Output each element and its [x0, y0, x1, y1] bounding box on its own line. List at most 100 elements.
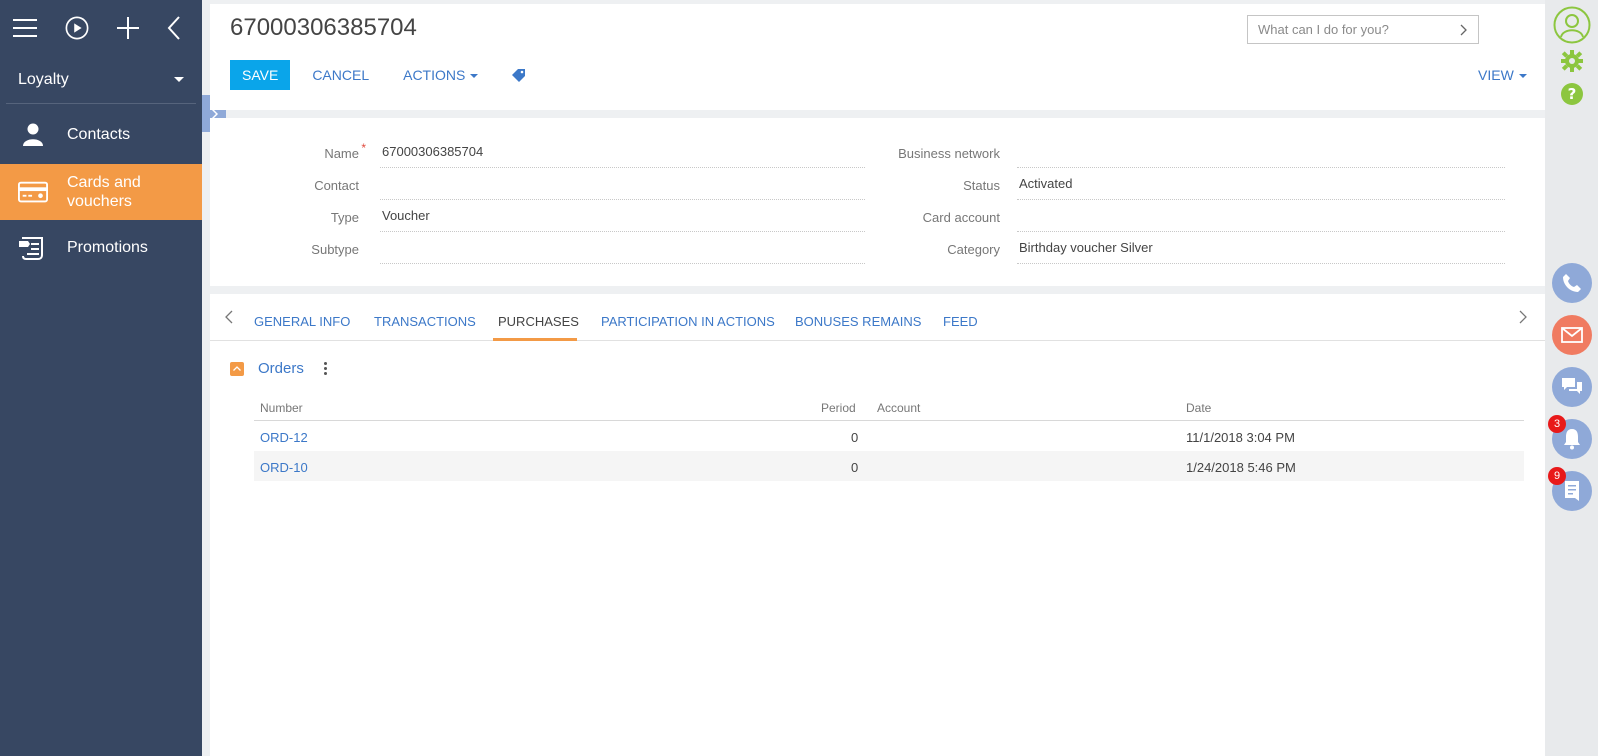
name-field: Name * 67000306385704	[210, 136, 870, 168]
tab-participation-in-actions[interactable]: PARTICIPATION IN ACTIONS	[601, 314, 775, 329]
workplace-selector[interactable]: Loyalty	[6, 56, 196, 104]
tag-icon[interactable]	[511, 68, 527, 82]
chevron-right-icon	[1460, 24, 1467, 35]
play-icon[interactable]	[65, 16, 89, 40]
kebab-menu-icon[interactable]	[323, 362, 327, 375]
sidebar-item-contacts[interactable]: Contacts	[0, 106, 202, 164]
sidebar-item-label: Promotions	[67, 239, 148, 256]
card-account-label: Card account	[922, 210, 1000, 225]
add-icon[interactable]	[117, 16, 139, 40]
record-header: 67000306385704 What can I do for you? SA…	[210, 4, 1545, 110]
person-icon	[18, 123, 48, 147]
help-icon: ?	[1561, 83, 1583, 105]
call-button[interactable]	[1552, 263, 1592, 303]
chevron-down-icon	[174, 77, 184, 82]
order-number-link[interactable]: ORD-10	[260, 460, 308, 475]
active-tab-indicator	[493, 338, 577, 341]
cancel-button[interactable]: CANCEL	[312, 67, 369, 83]
communication-panel: ? 3 9	[1545, 0, 1598, 756]
column-header-date[interactable]: Date	[1186, 401, 1211, 415]
command-line-placeholder: What can I do for you?	[1258, 22, 1389, 37]
feed-count-badge: 9	[1548, 467, 1566, 485]
category-label: Category	[947, 242, 1000, 257]
tabs-panel: GENERAL INFO TRANSACTIONS PURCHASES PART…	[210, 294, 1545, 756]
card-icon	[18, 181, 48, 203]
order-number-link[interactable]: ORD-12	[260, 430, 308, 445]
bell-icon	[1564, 429, 1580, 450]
gear-icon	[1561, 50, 1583, 72]
actions-label: ACTIONS	[403, 67, 466, 83]
collapse-sidebar-icon[interactable]	[167, 16, 181, 40]
category-field: Category Birthday voucher Silver	[870, 232, 1545, 264]
status-input[interactable]: Activated	[1017, 176, 1505, 200]
contact-field: Contact	[210, 168, 870, 200]
column-header-period[interactable]: Period	[821, 401, 856, 415]
orders-grid-header: Number Period Account Date	[254, 394, 1524, 421]
tab-general-info[interactable]: GENERAL INFO	[254, 314, 350, 329]
user-profile-icon	[1553, 6, 1591, 44]
record-toolbar: SAVE CANCEL ACTIONS	[230, 60, 527, 90]
status-label: Status	[963, 178, 1000, 193]
chevron-up-icon	[233, 366, 241, 371]
chat-button[interactable]	[1552, 367, 1592, 407]
tab-purchases[interactable]: PURCHASES	[498, 314, 579, 329]
chevron-down-icon	[470, 73, 479, 78]
view-label: VIEW	[1478, 67, 1514, 83]
email-button[interactable]	[1552, 315, 1592, 355]
column-header-account[interactable]: Account	[877, 401, 920, 415]
order-date: 11/1/2018 3:04 PM	[1186, 430, 1295, 445]
left-sidebar: Loyalty Contacts Cards and vouchers Prom…	[0, 0, 202, 756]
sidebar-item-label: Cards and vouchers	[67, 174, 141, 210]
notifications-button[interactable]: 3	[1548, 415, 1592, 459]
notifications-count-badge: 3	[1548, 415, 1566, 433]
actions-button[interactable]: ACTIONS	[403, 67, 479, 83]
feed-icon	[1565, 481, 1579, 501]
save-button[interactable]: SAVE	[230, 60, 291, 90]
sidebar-item-cards-and-vouchers[interactable]: Cards and vouchers	[0, 164, 202, 220]
workplace-label: Loyalty	[18, 70, 69, 88]
sidebar-item-label: Contacts	[67, 126, 131, 143]
table-row[interactable]: ORD-12 0 11/1/2018 3:04 PM	[254, 421, 1524, 451]
contact-label: Contact	[314, 178, 359, 193]
envelope-icon	[1561, 327, 1583, 343]
status-field: Status Activated	[870, 168, 1545, 200]
page-title: 67000306385704	[230, 14, 417, 41]
business-network-input[interactable]	[1017, 144, 1505, 168]
category-input[interactable]: Birthday voucher Silver	[1017, 240, 1505, 264]
type-field: Type Voucher	[210, 200, 870, 232]
subtype-field: Subtype	[210, 232, 870, 264]
orders-title[interactable]: Orders	[258, 360, 304, 377]
tab-bar: GENERAL INFO TRANSACTIONS PURCHASES PART…	[210, 294, 1545, 341]
name-input[interactable]: 67000306385704	[380, 144, 865, 168]
tab-bonuses-remains[interactable]: BONUSES REMAINS	[795, 314, 921, 329]
orders-detail-header: Orders	[230, 360, 327, 377]
record-fields: Name * 67000306385704 Contact Type Vouche…	[210, 118, 1545, 286]
settings-button[interactable]	[1552, 47, 1592, 75]
column-header-number[interactable]: Number	[260, 401, 303, 415]
command-line-input[interactable]: What can I do for you?	[1247, 15, 1479, 44]
view-button[interactable]: VIEW	[1478, 67, 1527, 83]
profile-button[interactable]	[1552, 5, 1592, 45]
chat-icon	[1562, 378, 1582, 394]
tab-transactions[interactable]: TRANSACTIONS	[374, 314, 476, 329]
orders-grid: Number Period Account Date ORD-12 0 11/1…	[254, 394, 1524, 481]
business-network-label: Business network	[898, 146, 1000, 161]
card-account-input[interactable]	[1017, 208, 1505, 232]
tabs-scroll-right-icon[interactable]	[1519, 310, 1527, 329]
type-input[interactable]: Voucher	[380, 208, 865, 232]
order-period: 0	[851, 460, 859, 475]
tabs-scroll-left-icon[interactable]	[225, 310, 233, 329]
feed-button[interactable]: 9	[1548, 467, 1592, 511]
help-button[interactable]: ?	[1552, 80, 1592, 108]
type-label: Type	[330, 210, 359, 225]
svg-text:?: ?	[1568, 85, 1577, 103]
subtype-input[interactable]	[380, 240, 865, 264]
business-network-field: Business network	[870, 136, 1545, 168]
sidebar-item-promotions[interactable]: Promotions	[0, 220, 202, 276]
contact-input[interactable]	[380, 176, 865, 200]
tab-feed[interactable]: FEED	[943, 314, 978, 329]
menu-icon[interactable]	[13, 16, 37, 40]
collapse-orders-button[interactable]	[230, 361, 244, 376]
table-row[interactable]: ORD-10 0 1/24/2018 5:46 PM	[254, 451, 1524, 481]
phone-icon	[1563, 274, 1581, 292]
